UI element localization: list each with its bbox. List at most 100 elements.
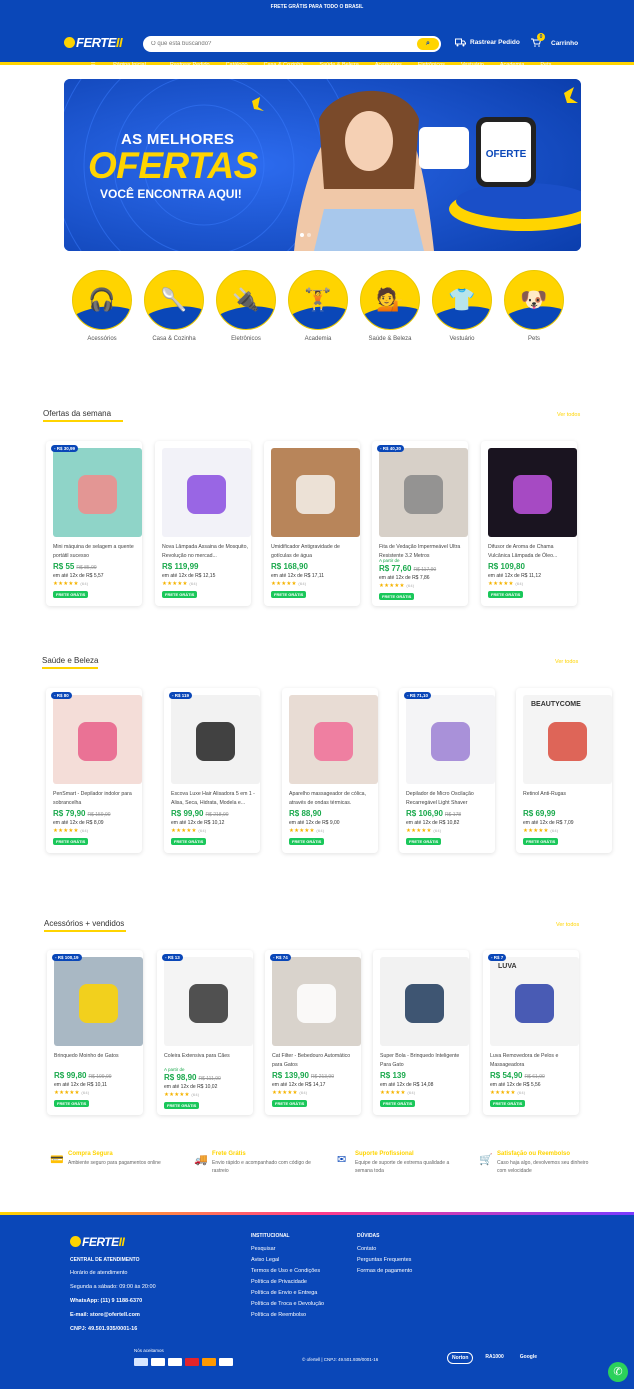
- product-image[interactable]: [379, 448, 468, 537]
- banner-dot[interactable]: [300, 233, 304, 237]
- cart-count-badge: 0: [537, 33, 545, 41]
- rating-stars: ★★★★★ (64): [490, 1090, 526, 1096]
- product-name[interactable]: Umidificador Antigravidade de gotículas …: [271, 543, 359, 560]
- nav-item-electronics[interactable]: Eletrônicos: [410, 58, 453, 72]
- product-image[interactable]: [53, 695, 142, 784]
- category-electronics[interactable]: 🔌 Eletrônicos: [216, 270, 276, 342]
- footer-link[interactable]: Contato: [357, 1244, 412, 1255]
- product-card[interactable]: - R$ 71,10 Depilador de Micro Oscilação …: [399, 688, 495, 853]
- nav-item-health-beauty[interactable]: Saúde & Beleza: [311, 58, 366, 72]
- category-home-kitchen[interactable]: 🥄 Casa & Cozinha: [144, 270, 204, 342]
- product-old-price: R$ 178: [444, 812, 462, 818]
- footer-link[interactable]: Pesquisar: [251, 1244, 324, 1255]
- product-name[interactable]: Aparelho massageador de cólica, através …: [289, 790, 377, 807]
- product-card[interactable]: BEAUTYCOME Retinol Anti-Rugas R$ 69,99 em …: [516, 688, 612, 853]
- product-image[interactable]: [272, 957, 361, 1046]
- product-card[interactable]: - R$ 100,19 Brinquedo Moinho de Gatos R$ …: [47, 950, 143, 1115]
- product-price: R$ 69,99: [523, 809, 556, 818]
- product-price: R$ 139: [380, 1071, 406, 1080]
- product-image[interactable]: [271, 448, 360, 537]
- product-card[interactable]: - R$ 7 LUVA Luva Removedora de Pelos e M…: [483, 950, 579, 1115]
- hero-banner[interactable]: OFERTE AS MELHORES OFERTAS VOCÊ ENCONTRA…: [64, 79, 581, 251]
- product-name[interactable]: Retinol Anti-Rugas: [523, 790, 611, 807]
- view-all-link[interactable]: Ver todos: [555, 659, 578, 665]
- product-image[interactable]: [289, 695, 378, 784]
- product-image[interactable]: [53, 448, 142, 537]
- footer-link[interactable]: Termos de Uso e Condições: [251, 1266, 324, 1277]
- product-image[interactable]: LUVA: [490, 957, 579, 1046]
- product-image[interactable]: [54, 957, 143, 1046]
- search-input[interactable]: [151, 36, 411, 52]
- cart-label: Carrinho: [551, 40, 579, 47]
- nav-item-pets[interactable]: Pets: [532, 58, 559, 72]
- nav-item-home-kitchen[interactable]: Casa & Cozinha: [256, 58, 312, 72]
- product-image[interactable]: BEAUTYCOME: [523, 695, 612, 784]
- product-card[interactable]: - R$ 119 Escova Luxe Hair Alisadora 5 em…: [164, 688, 260, 853]
- view-all-link[interactable]: Ver todos: [556, 922, 579, 928]
- track-order-link[interactable]: Rastrear Pedido: [455, 38, 520, 47]
- product-card[interactable]: - R$ 40,30 Fita de Vedação Impermeável U…: [372, 441, 468, 606]
- product-card[interactable]: - R$ 74 Cat Filter - Bebedouro Automátic…: [265, 950, 361, 1115]
- product-image[interactable]: [488, 448, 577, 537]
- category-health-beauty[interactable]: 💁 Saúde & Beleza: [360, 270, 420, 342]
- category-label: Eletrônicos: [231, 336, 261, 342]
- nav-item-track[interactable]: Rastrear Pedido: [162, 58, 218, 72]
- nav-item-home[interactable]: ☰ Página Inicial: [75, 58, 162, 72]
- product-name[interactable]: Depilador de Micro Oscilação Recarregáve…: [406, 790, 494, 807]
- search-button[interactable]: ⌕: [417, 38, 439, 50]
- section-title: Ofertas da semana: [43, 409, 112, 418]
- product-image[interactable]: [171, 695, 260, 784]
- footer-link[interactable]: Política de Privacidade: [251, 1277, 324, 1288]
- product-card[interactable]: - R$ 13 Coleira Extensiva para Cães A par…: [157, 950, 253, 1115]
- product-name[interactable]: Nova Lâmpada Assaina de Mosquito, Revolu…: [162, 543, 250, 560]
- product-image[interactable]: [164, 957, 253, 1046]
- nav-item-accessories[interactable]: Acessórios: [367, 58, 410, 72]
- footer-link[interactable]: Formas de pagamento: [357, 1266, 412, 1277]
- product-name[interactable]: Luva Removedora de Pelos e Massageadora: [490, 1052, 578, 1069]
- site-logo[interactable]: FERTEII: [64, 35, 123, 50]
- product-price: R$ 109,80: [488, 562, 525, 571]
- product-old-price: R$ 213,90: [310, 1074, 334, 1080]
- product-card[interactable]: - R$ 80 PenSmart - Depilador indolor par…: [46, 688, 142, 853]
- footer-link[interactable]: Política de Envio e Entrega: [251, 1288, 324, 1299]
- category-gym[interactable]: 🏋 Academia: [288, 270, 348, 342]
- nav-item-clothing[interactable]: Vestuário: [453, 58, 492, 72]
- footer-email[interactable]: E-mail: store@ofertell.com: [70, 1310, 156, 1321]
- nav-item-gym[interactable]: Academia: [492, 58, 532, 72]
- nav-item-catalog[interactable]: Catálogo: [218, 58, 256, 72]
- footer-logo[interactable]: FERTEII: [70, 1235, 125, 1249]
- installments: em até 12x de R$ 11,12: [488, 573, 541, 579]
- product-card[interactable]: Umidificador Antigravidade de gotículas …: [264, 441, 360, 606]
- product-name[interactable]: PenSmart - Depilador indolor para sobran…: [53, 790, 141, 807]
- product-card[interactable]: Super Bola - Brinquedo Inteligente Para …: [373, 950, 469, 1115]
- banner-dot[interactable]: [307, 233, 311, 237]
- category-clothing[interactable]: 👕 Vestuário: [432, 270, 492, 342]
- product-image[interactable]: [406, 695, 495, 784]
- footer-link[interactable]: Aviso Legal: [251, 1255, 324, 1266]
- product-name[interactable]: Brinquedo Moinho de Gatos: [54, 1052, 142, 1069]
- product-name[interactable]: Difusor de Aroma de Chama Vulcânica Lâmp…: [488, 543, 576, 560]
- product-card[interactable]: Nova Lâmpada Assaina de Mosquito, Revolu…: [155, 441, 251, 606]
- product-price: R$ 55 R$ 85,99: [53, 562, 97, 571]
- product-image[interactable]: [380, 957, 469, 1046]
- product-card[interactable]: Aparelho massageador de cólica, através …: [282, 688, 378, 853]
- product-name[interactable]: Super Bola - Brinquedo Inteligente Para …: [380, 1052, 468, 1069]
- product-name[interactable]: Escova Luxe Hair Alisadora 5 em 1 - Alis…: [171, 790, 259, 807]
- product-card[interactable]: - R$ 30,99 Mini máquina de selagem a que…: [46, 441, 142, 606]
- footer-link[interactable]: Política de Reembolso: [251, 1310, 324, 1321]
- footer-link[interactable]: Política de Troca e Devolução: [251, 1299, 324, 1310]
- view-all-link[interactable]: Ver todos: [557, 412, 580, 418]
- product-image[interactable]: [162, 448, 251, 537]
- product-name[interactable]: Cat Filter - Bebedouro Automático para G…: [272, 1052, 360, 1069]
- whatsapp-float-button[interactable]: ✆: [608, 1362, 628, 1382]
- cart-link[interactable]: 0 Carrinho: [531, 33, 579, 49]
- footer-whatsapp[interactable]: WhatsApp: (11) 9 1188-6370: [70, 1296, 156, 1307]
- category-pets[interactable]: 🐶 Pets: [504, 270, 564, 342]
- category-accessories[interactable]: 🎧 Acessórios: [72, 270, 132, 342]
- footer-link[interactable]: Perguntas Frequentes: [357, 1255, 412, 1266]
- product-card[interactable]: Difusor de Aroma de Chama Vulcânica Lâmp…: [481, 441, 577, 606]
- rating-stars: ★★★★★ (64): [289, 828, 325, 834]
- product-old-price: R$ 159,90: [87, 812, 111, 818]
- product-name[interactable]: Mini máquina de selagem a quente portáti…: [53, 543, 141, 560]
- product-old-price: R$ 199,99: [88, 1074, 112, 1080]
